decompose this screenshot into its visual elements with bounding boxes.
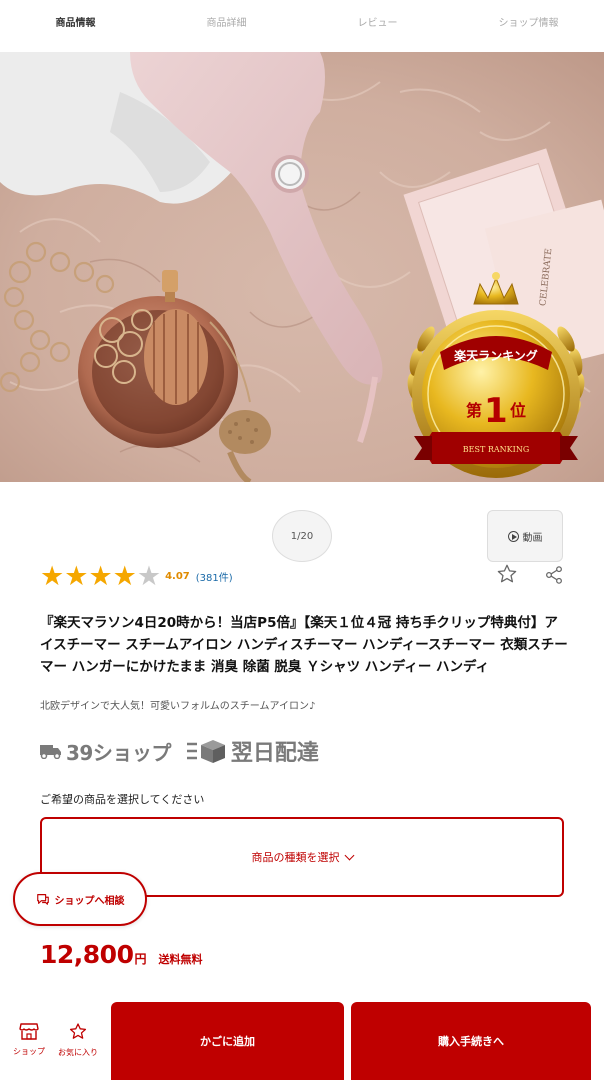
checkout-button[interactable]: 購入手続きへ xyxy=(351,1002,591,1080)
checkout-label: 購入手続きへ xyxy=(438,1035,504,1048)
star-filled-icon: ★ xyxy=(88,561,113,592)
star-filled-icon: ★ xyxy=(64,561,89,592)
product-photo: CELEBRATE 楽天ランキング 第 1 位 BEST RANKING xyxy=(0,52,604,482)
badge-ribbon-text: BEST RANKING xyxy=(463,445,529,454)
product-title: 『楽天マラソン4日20時から！当店P5倍』【楽天１位４冠 持ち手クリップ特典付】… xyxy=(40,615,568,675)
shop-nav-button[interactable]: ショップ xyxy=(5,1022,53,1057)
favorite-star-icon[interactable] xyxy=(496,563,518,585)
badge-place-number: 1 xyxy=(484,391,508,431)
play-icon xyxy=(507,530,519,542)
review-count-link[interactable]: (381件) xyxy=(196,569,233,584)
bottom-action-bar: ショップ お気に入り かごに追加 購入手続きへ xyxy=(0,1000,604,1080)
badge-rank-text: 楽天ランキング xyxy=(454,348,538,363)
video-button-label: 動画 xyxy=(522,532,543,544)
selection-label: ご希望の商品を選択してください xyxy=(40,793,205,806)
badge-place-prefix: 第 xyxy=(466,401,482,420)
add-to-cart-label: かごに追加 xyxy=(200,1035,255,1048)
badge-place-suffix: 位 xyxy=(510,401,526,420)
star-filled-icon: ★ xyxy=(40,561,65,592)
shipping-badges: 39ショップ 翌日配達 xyxy=(40,736,319,766)
image-counter: 1/20 xyxy=(272,510,332,562)
favorite-nav-button[interactable]: お気に入り xyxy=(54,1022,102,1058)
chevron-down-icon xyxy=(344,850,354,860)
product-type-select-label: 商品の種類を選択 xyxy=(251,851,340,864)
video-button[interactable]: 動画 xyxy=(487,510,563,562)
badge-39-shop: 39ショップ xyxy=(40,737,171,766)
rating-score: 4.07 xyxy=(165,571,190,582)
catch-copy: 北欧デザインで大人気！可愛いフォルムのスチームアイロン♪ xyxy=(40,701,316,712)
box-delivery-icon xyxy=(186,740,225,763)
tab-product-info[interactable]: 商品情報 xyxy=(0,0,151,52)
consult-button-label: ショップへ相談 xyxy=(54,895,125,907)
star-rating: ★ ★ ★ ★ ★ xyxy=(40,563,161,590)
star-outline-icon xyxy=(69,1023,87,1039)
price-amount: 12,800 xyxy=(40,940,134,969)
rating-summary[interactable]: ★ ★ ★ ★ ★ 4.07 (381件) xyxy=(40,563,233,590)
shop-nav-label: ショップ xyxy=(13,1047,45,1056)
star-empty-icon: ★ xyxy=(136,561,162,592)
truck-icon xyxy=(40,745,61,759)
chat-bubble-icon xyxy=(36,894,49,905)
product-tabs: 商品情報 商品詳細 レビュー ショップ情報 xyxy=(0,0,604,52)
badge-next-day: 翌日配達 xyxy=(186,735,319,767)
star-filled-icon: ★ xyxy=(112,561,137,592)
store-icon xyxy=(19,1023,39,1040)
tab-shop-info[interactable]: ショップ情報 xyxy=(453,0,604,52)
add-to-cart-button[interactable]: かごに追加 xyxy=(111,1002,344,1080)
badge-39-label: 39ショップ xyxy=(66,740,171,765)
tab-reviews[interactable]: レビュー xyxy=(302,0,453,52)
product-image[interactable]: CELEBRATE 楽天ランキング 第 1 位 BEST RANKING xyxy=(0,52,604,482)
consult-shop-button[interactable]: ショップへ相談 xyxy=(13,872,147,926)
share-icon[interactable] xyxy=(544,565,564,585)
badge-next-day-label: 翌日配達 xyxy=(230,741,319,766)
price-row: 12,800 円 送料無料 xyxy=(40,940,203,969)
tab-product-details[interactable]: 商品詳細 xyxy=(151,0,302,52)
favorite-nav-label: お気に入り xyxy=(58,1048,98,1057)
price-unit: 円 xyxy=(134,952,147,966)
free-shipping-label: 送料無料 xyxy=(158,953,203,966)
